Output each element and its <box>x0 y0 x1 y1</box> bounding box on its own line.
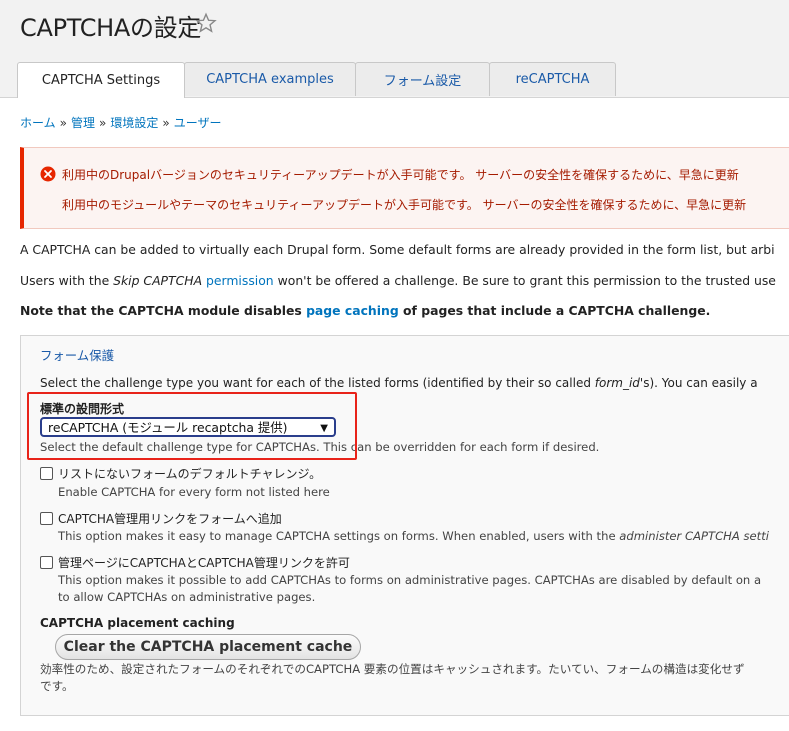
skip-captcha-text-b: won't be offered a challenge. Be sure to… <box>273 273 776 288</box>
admin-links-help-a: This option makes it easy to manage CAPT… <box>58 529 620 543</box>
tab-label: フォーム設定 <box>383 74 462 89</box>
security-update-alert: 利用中のDrupalバージョンのセキュリティーアップデートが入手可能です。 サー… <box>20 147 789 229</box>
breadcrumb-separator: » <box>99 116 107 130</box>
default-challenge-checkbox-help: Enable CAPTCHA for every form not listed… <box>58 485 330 499</box>
page-header: CAPTCHAの設定 CAPTCHA Settings CAPTCHA exam… <box>0 0 789 98</box>
form-protection-legend: フォーム保護 <box>40 348 114 363</box>
tab-recaptcha[interactable]: reCAPTCHA <box>489 62 616 96</box>
admin-links-checkbox-help: This option makes it easy to manage CAPT… <box>58 529 769 543</box>
breadcrumb-separator: » <box>59 116 67 130</box>
administer-captcha-emphasis: administer CAPTCHA setti <box>619 529 769 543</box>
tab-captcha-examples[interactable]: CAPTCHA examples <box>184 62 356 96</box>
highlight-annotation-box <box>27 392 357 460</box>
page-caching-note: Note that the CAPTCHA module disables pa… <box>20 303 710 318</box>
placement-caching-label: CAPTCHA placement caching <box>40 616 235 630</box>
clear-placement-cache-button[interactable]: Clear the CAPTCHA placement cache <box>55 634 361 660</box>
placement-caching-help-1: 効率性のため、設定されたフォームのそれぞれでのCAPTCHA 要素の位置はキャッ… <box>40 662 745 676</box>
form-id-emphasis: form_id <box>594 376 640 390</box>
page-caching-note-b: of pages that include a CAPTCHA challeng… <box>398 303 711 318</box>
page-caching-link[interactable]: page caching <box>306 303 399 318</box>
admin-pages-checkbox-help-1: This option makes it possible to add CAP… <box>58 573 762 587</box>
default-challenge-checkbox[interactable] <box>40 467 53 480</box>
form-protection-desc-b: 's). You can easily a <box>639 376 758 390</box>
star-outline-icon[interactable] <box>195 12 217 34</box>
breadcrumb-users[interactable]: ユーザー <box>174 116 222 130</box>
error-circle-icon <box>40 166 56 182</box>
form-protection-description: Select the challenge type you want for e… <box>40 376 758 390</box>
default-challenge-checkbox-label[interactable]: リストにないフォームのデフォルトチャレンジ。 <box>58 465 321 482</box>
alert-message-modules: 利用中のモジュールやテーマのセキュリティーアップデートが入手可能です。 サーバー… <box>62 198 747 212</box>
permission-link[interactable]: permission <box>206 273 274 288</box>
breadcrumb-config[interactable]: 環境設定 <box>110 116 158 130</box>
tab-form-settings[interactable]: フォーム設定 <box>355 62 490 96</box>
skip-captcha-text: Users with the Skip CAPTCHA permission w… <box>20 273 776 288</box>
page-title: CAPTCHAの設定 <box>20 14 202 42</box>
breadcrumb-separator: » <box>162 116 170 130</box>
tab-label: CAPTCHA examples <box>206 72 334 87</box>
admin-links-checkbox-label[interactable]: CAPTCHA管理用リンクをフォームへ追加 <box>58 510 282 527</box>
admin-pages-checkbox[interactable] <box>40 556 53 569</box>
tab-label: reCAPTCHA <box>515 72 590 87</box>
placement-caching-help-2: です。 <box>40 679 74 693</box>
breadcrumb: ホーム» 管理» 環境設定» ユーザー <box>20 114 221 131</box>
intro-text: A CAPTCHA can be added to virtually each… <box>20 242 775 257</box>
admin-pages-checkbox-help-2: to allow CAPTCHAs on administrative page… <box>58 590 316 604</box>
admin-pages-checkbox-label[interactable]: 管理ページにCAPTCHAとCAPTCHA管理リンクを許可 <box>58 554 350 571</box>
breadcrumb-admin[interactable]: 管理 <box>71 116 95 130</box>
skip-captcha-text-a: Users with the <box>20 273 114 288</box>
skip-captcha-emphasis: Skip CAPTCHA <box>113 273 203 288</box>
tab-captcha-settings[interactable]: CAPTCHA Settings <box>17 62 185 98</box>
alert-message-core: 利用中のDrupalバージョンのセキュリティーアップデートが入手可能です。 サー… <box>62 168 739 182</box>
form-protection-desc-a: Select the challenge type you want for e… <box>40 376 595 390</box>
breadcrumb-home[interactable]: ホーム <box>20 116 56 130</box>
page-caching-note-a: Note that the CAPTCHA module disables <box>20 303 307 318</box>
tab-label: CAPTCHA Settings <box>41 73 161 88</box>
admin-links-checkbox[interactable] <box>40 512 53 525</box>
